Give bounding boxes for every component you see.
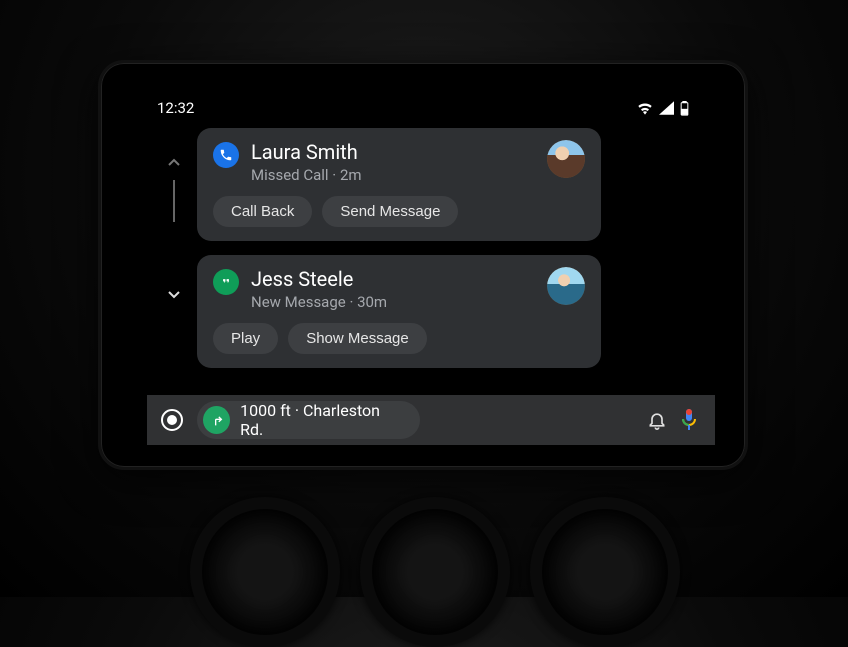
bell-icon[interactable] — [647, 409, 667, 431]
call-back-button[interactable]: Call Back — [213, 196, 312, 227]
battery-icon — [680, 101, 689, 116]
notification-subtitle: Missed Call · 2m — [251, 166, 362, 184]
turn-right-icon — [203, 406, 230, 434]
phone-icon — [213, 142, 239, 168]
notification-title: Laura Smith — [251, 140, 362, 164]
notification-card[interactable]: Jess Steele New Message · 30m Play Show … — [197, 255, 601, 368]
signal-icon — [659, 101, 674, 115]
app-launcher-button[interactable] — [161, 409, 183, 431]
navigation-pill[interactable]: 1000 ft · Charleston Rd. — [197, 401, 420, 439]
chevron-down-icon[interactable] — [167, 289, 181, 299]
notification-list: Laura Smith Missed Call · 2m Call Back S… — [197, 123, 601, 368]
bottom-bar: 1000 ft · Charleston Rd. — [147, 395, 715, 445]
screen: 12:32 — [143, 93, 703, 437]
status-bar: 12:32 — [143, 93, 703, 123]
scroll-track — [173, 180, 175, 222]
content-area: Laura Smith Missed Call · 2m Call Back S… — [143, 123, 703, 368]
chevron-up-icon[interactable] — [167, 158, 181, 168]
notification-title: Jess Steele — [251, 267, 387, 291]
car-display-device: 12:32 — [98, 60, 748, 470]
status-icons — [637, 101, 689, 116]
hangouts-icon — [213, 269, 239, 295]
scroll-indicator — [151, 123, 197, 368]
notification-card[interactable]: Laura Smith Missed Call · 2m Call Back S… — [197, 128, 601, 241]
navigation-text: 1000 ft · Charleston Rd. — [240, 401, 402, 439]
avatar — [547, 140, 585, 178]
dashboard-vent — [530, 497, 680, 647]
avatar — [547, 267, 585, 305]
clock: 12:32 — [157, 99, 194, 117]
play-button[interactable]: Play — [213, 323, 278, 354]
show-message-button[interactable]: Show Message — [288, 323, 427, 354]
notification-subtitle: New Message · 30m — [251, 293, 387, 311]
wifi-icon — [637, 101, 653, 115]
mic-icon[interactable] — [681, 409, 697, 431]
dashboard-vent — [360, 497, 510, 647]
dashboard-vent — [190, 497, 340, 647]
send-message-button[interactable]: Send Message — [322, 196, 458, 227]
